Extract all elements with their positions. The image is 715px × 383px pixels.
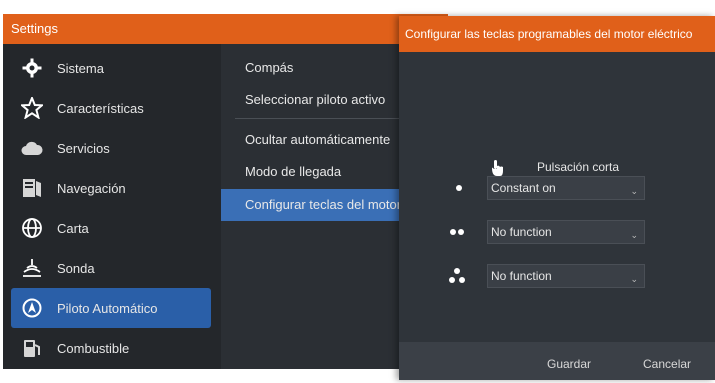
chevron-down-icon: ⌄ — [630, 186, 638, 196]
submenu-label: Modo de llegada — [245, 164, 342, 179]
menu-label: Navegación — [57, 180, 126, 196]
menu-label: Sistema — [57, 60, 104, 76]
single-dot-icon — [456, 185, 462, 191]
dialog-footer: Guardar Cancelar — [399, 342, 715, 380]
globe-icon — [19, 215, 45, 241]
settings-sidebar: Sistema Características Servicios Navega… — [3, 44, 221, 369]
sonar-icon — [19, 255, 45, 281]
select-value: Constant on — [491, 181, 556, 195]
settings-title-bar: Settings — [3, 14, 448, 44]
settings-title: Settings — [11, 21, 58, 36]
autopilot-icon — [19, 295, 45, 321]
menu-item-navegacion[interactable]: Navegación — [11, 168, 211, 208]
menu-item-carta[interactable]: Carta — [11, 208, 211, 248]
select-value: No function — [491, 225, 552, 239]
menu-item-sistema[interactable]: Sistema — [11, 48, 211, 88]
star-icon — [19, 95, 45, 121]
chevron-down-icon: ⌄ — [630, 274, 638, 284]
double-dot-icon — [450, 229, 464, 235]
submenu-label: Ocultar automáticamente — [245, 132, 391, 147]
menu-label: Carta — [57, 220, 89, 236]
chevron-down-icon: ⌄ — [630, 230, 638, 240]
dialog-title-bar: Configurar las teclas programables del m… — [399, 16, 715, 52]
dialog-title: Configurar las teclas programables del m… — [405, 27, 693, 41]
cancel-button[interactable]: Cancelar — [643, 342, 691, 380]
gear-icon — [19, 55, 45, 81]
softkeys-dialog: Configurar las teclas programables del m… — [399, 16, 715, 380]
fuel-pump-icon — [19, 335, 45, 361]
menu-item-piloto-automatico[interactable]: Piloto Automático — [11, 288, 211, 328]
select-value: No function — [491, 269, 552, 283]
triple-dot-icon — [449, 268, 465, 283]
menu-label: Características — [57, 100, 144, 116]
dialog-body: Pulsación corta Constant on ⌄ No functio… — [399, 52, 715, 342]
submenu-label: Seleccionar piloto activo — [245, 92, 386, 107]
menu-label: Servicios — [57, 140, 110, 156]
hand-pointer-icon — [492, 160, 503, 176]
menu-item-sonda[interactable]: Sonda — [11, 248, 211, 288]
menu-label: Sonda — [57, 260, 95, 276]
softkey-2-select[interactable]: No function ⌄ — [487, 220, 645, 244]
short-press-header: Pulsación corta — [537, 160, 620, 174]
menu-label: Combustible — [57, 340, 130, 356]
submenu-label: Configurar teclas del motor — [245, 197, 402, 212]
softkey-1-select[interactable]: Constant on ⌄ — [487, 176, 645, 200]
settings-window: Settings Sistema Características Servici… — [3, 14, 448, 369]
menu-item-servicios[interactable]: Servicios — [11, 128, 211, 168]
menu-label: Piloto Automático — [57, 300, 158, 316]
submenu-label: Compás — [245, 60, 294, 75]
menu-item-caracteristicas[interactable]: Características — [11, 88, 211, 128]
save-button[interactable]: Guardar — [547, 342, 591, 380]
navigation-icon — [19, 175, 45, 201]
menu-item-combustible[interactable]: Combustible — [11, 328, 211, 368]
softkey-3-select[interactable]: No function ⌄ — [487, 264, 645, 288]
cloud-icon — [19, 135, 45, 161]
